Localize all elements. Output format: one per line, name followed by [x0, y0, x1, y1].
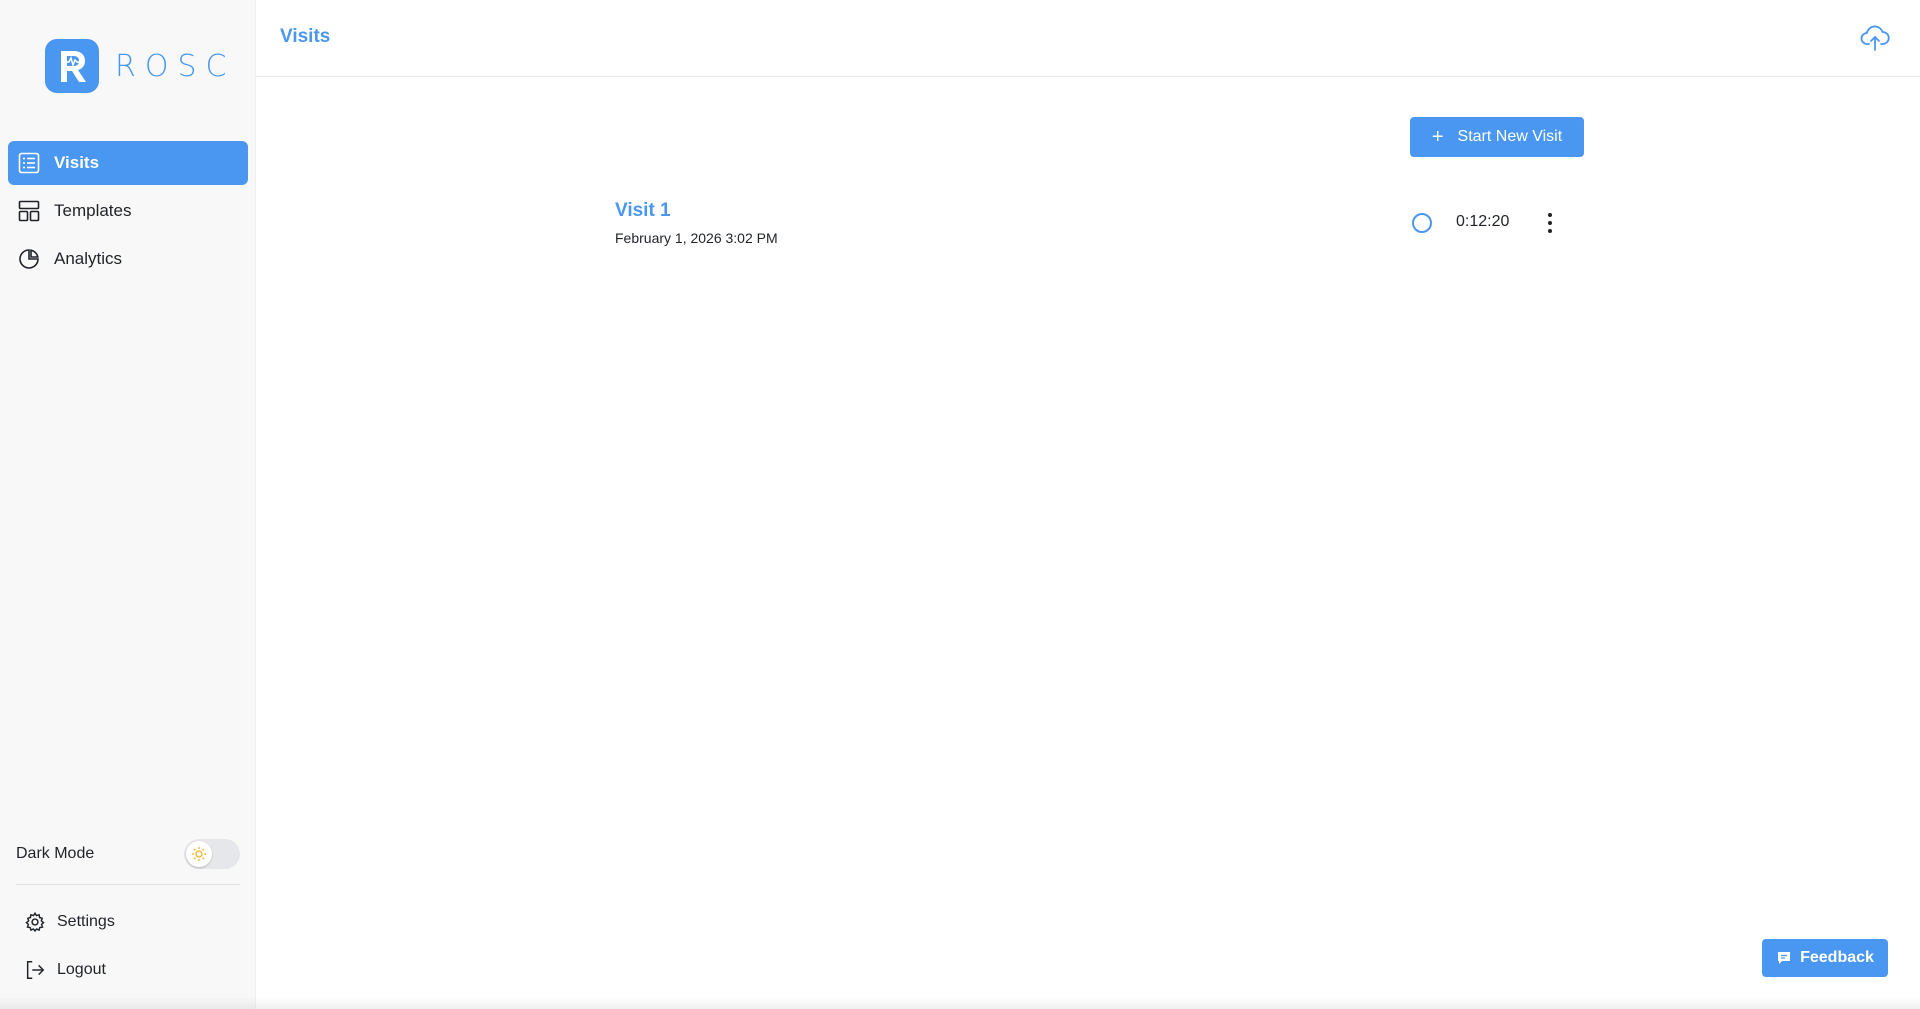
sidebar: ROSC Visits Templates Analytics Dark Mod… — [0, 0, 256, 1009]
sidebar-bottom-nav: Settings Logout — [23, 899, 115, 995]
visit-duration: 0:12:20 — [1456, 213, 1510, 230]
visit-row[interactable]: Visit 1 February 1, 2026 3:02 PM 0:12:20 — [615, 196, 1571, 256]
sidebar-item-label: Analytics — [54, 249, 123, 268]
dark-mode-toggle[interactable] — [184, 839, 240, 869]
sidebar-item-templates[interactable]: Templates — [8, 189, 248, 233]
list-icon — [17, 151, 41, 175]
sidebar-nav: Visits Templates Analytics — [8, 141, 248, 285]
sidebar-divider — [16, 884, 240, 885]
start-new-visit-label: Start New Visit — [1457, 128, 1563, 145]
gear-icon — [23, 910, 47, 934]
status-indicator — [1412, 213, 1432, 233]
more-options-icon[interactable] — [1540, 210, 1560, 236]
plus-icon: + — [1431, 125, 1444, 148]
logo-r-icon — [61, 51, 86, 82]
app: ROSC Visits Templates Analytics Dark Mod… — [0, 0, 1920, 1009]
settings-label: Settings — [57, 913, 115, 930]
logo[interactable]: ROSC — [45, 39, 235, 93]
sidebar-item-visits[interactable]: Visits — [8, 141, 248, 185]
top-header: Visits — [256, 0, 1920, 77]
visit-date: February 1, 2026 3:02 PM — [615, 230, 778, 246]
sidebar-item-label: Visits — [54, 153, 100, 172]
pie-chart-icon — [17, 247, 41, 271]
dark-mode-label: Dark Mode — [16, 845, 95, 862]
bottom-edge-shadow — [0, 997, 1920, 1009]
sun-icon — [186, 841, 212, 867]
page-title: Visits — [280, 26, 331, 47]
logo-mark — [45, 39, 99, 93]
logout-icon — [23, 958, 47, 982]
dark-mode-row: Dark Mode — [16, 838, 240, 870]
feedback-label: Feedback — [1800, 949, 1874, 966]
logout-label: Logout — [57, 961, 106, 978]
layout-icon — [17, 199, 41, 223]
message-icon — [1776, 950, 1792, 966]
feedback-button[interactable]: Feedback — [1762, 939, 1888, 977]
logout-link[interactable]: Logout — [23, 947, 115, 993]
sidebar-item-label: Templates — [54, 201, 132, 220]
brand-name: ROSC — [115, 48, 236, 84]
sidebar-item-analytics[interactable]: Analytics — [8, 237, 248, 281]
settings-link[interactable]: Settings — [23, 899, 115, 945]
start-new-visit-button[interactable]: + Start New Visit — [1410, 117, 1584, 157]
visit-title[interactable]: Visit 1 — [615, 200, 671, 222]
cloud-upload-icon[interactable] — [1860, 24, 1890, 52]
